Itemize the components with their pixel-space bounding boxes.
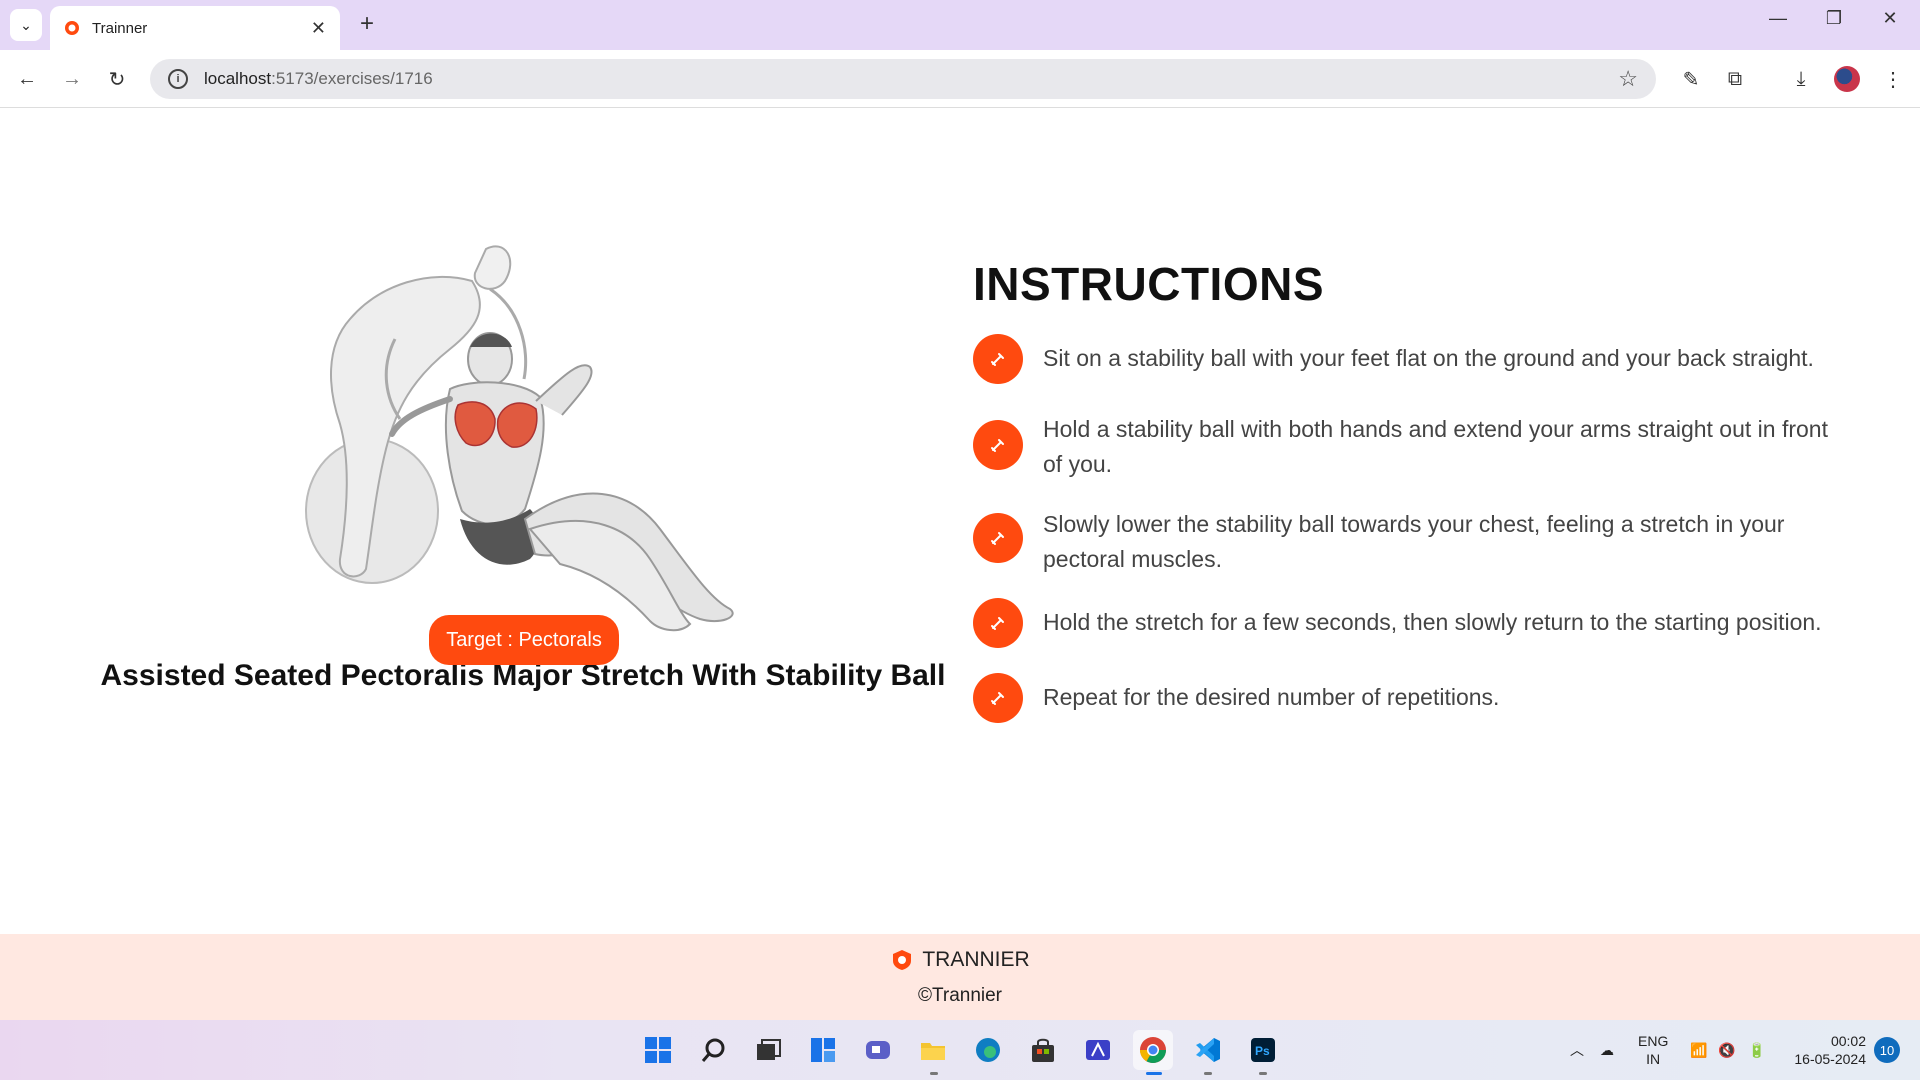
- show-hidden-icons-chevron-icon[interactable]: ︿: [1570, 1020, 1584, 1080]
- instruction-text: Sit on a stability ball with your feet f…: [1043, 345, 1814, 371]
- running-indicator: [930, 1072, 938, 1075]
- close-window-button[interactable]: ✕: [1870, 8, 1910, 29]
- windows-taskbar: Ps: [0, 1020, 1920, 1080]
- tab-search-button[interactable]: ⌄: [10, 9, 42, 41]
- exercise-illustration: [305, 245, 734, 632]
- url-path: :5173/exercises/1716: [271, 69, 433, 88]
- edge-browser-icon[interactable]: [968, 1030, 1008, 1070]
- footer-brand[interactable]: TRANNIER: [0, 948, 1920, 972]
- store-icon[interactable]: [1023, 1030, 1063, 1070]
- wifi-icon[interactable]: 📶: [1690, 1020, 1707, 1080]
- instruction-text: Repeat for the desired number of repetit…: [1043, 684, 1500, 710]
- running-indicator: [1204, 1072, 1212, 1075]
- file-explorer-icon[interactable]: [913, 1030, 953, 1070]
- clock-time: 00:02: [1830, 1033, 1866, 1049]
- browser-tab[interactable]: Trainner ✕: [50, 6, 340, 50]
- footer-brand-name: TRANNIER: [922, 948, 1030, 971]
- new-tab-button[interactable]: +: [352, 10, 382, 38]
- region-code: IN: [1646, 1051, 1661, 1067]
- reload-icon[interactable]: ↻: [102, 64, 132, 94]
- browser-tab-strip: ⌄ Trainner ✕ + — ❐ ✕: [0, 0, 1920, 50]
- target-muscle-button[interactable]: Target : Pectorals: [429, 615, 619, 665]
- notification-badge: 10: [1874, 1037, 1900, 1063]
- onedrive-cloud-icon[interactable]: ☁: [1600, 1020, 1614, 1080]
- running-indicator: [1259, 1072, 1267, 1075]
- teams-chat-icon[interactable]: [858, 1030, 898, 1070]
- clock-date: 16-05-2024: [1794, 1051, 1866, 1067]
- dumbbell-icon: [973, 334, 1023, 384]
- search-icon[interactable]: [694, 1030, 734, 1070]
- instruction-step: Hold a stability ball with both hands an…: [973, 416, 1833, 482]
- instruction-step: Sit on a stability ball with your feet f…: [973, 334, 1833, 384]
- back-arrow-icon[interactable]: ←: [12, 64, 42, 94]
- extensions-puzzle-icon[interactable]: ⧉: [1720, 64, 1750, 94]
- eyedropper-icon[interactable]: ✎: [1676, 64, 1706, 94]
- speaker-muted-icon[interactable]: 🔇: [1718, 1020, 1735, 1080]
- instructions-heading: INSTRUCTIONS: [973, 258, 1324, 310]
- language-indicator[interactable]: ENG IN: [1638, 1020, 1668, 1080]
- task-view-icon[interactable]: [748, 1030, 788, 1070]
- clock[interactable]: 00:02 16-05-2024: [1786, 1020, 1866, 1080]
- instruction-step: Slowly lower the stability ball towards …: [973, 511, 1833, 577]
- start-menu-icon[interactable]: [638, 1030, 678, 1070]
- dumbbell-icon: [973, 598, 1023, 648]
- forward-arrow-icon[interactable]: →: [57, 64, 87, 94]
- footer-copyright: ©Trannier: [917, 985, 1003, 1006]
- vscode-icon[interactable]: [1188, 1030, 1228, 1070]
- battery-icon[interactable]: 🔋: [1748, 1020, 1765, 1080]
- dumbbell-icon: [973, 513, 1023, 563]
- address-bar[interactable]: i localhost :5173/exercises/1716 ☆: [150, 59, 1656, 99]
- instruction-step: Hold the stretch for a few seconds, then…: [973, 598, 1833, 648]
- instruction-text: Hold a stability ball with both hands an…: [1043, 416, 1828, 477]
- bookmark-star-icon[interactable]: ☆: [1618, 66, 1638, 92]
- trainner-favicon-icon: [65, 21, 79, 35]
- restore-button[interactable]: ❐: [1814, 8, 1854, 29]
- svg-text:Ps: Ps: [1255, 1044, 1270, 1058]
- photoshop-icon[interactable]: Ps: [1243, 1030, 1283, 1070]
- language-code: ENG: [1638, 1033, 1669, 1049]
- site-footer: TRANNIER ©Trannier: [0, 934, 1920, 1020]
- site-info-icon[interactable]: i: [168, 69, 188, 89]
- active-indicator: [1146, 1072, 1162, 1075]
- widgets-icon[interactable]: [803, 1030, 843, 1070]
- instruction-text: Hold the stretch for a few seconds, then…: [1043, 609, 1822, 635]
- minimize-button[interactable]: —: [1758, 8, 1798, 29]
- chevron-down-icon: ⌄: [20, 16, 32, 33]
- more-menu-icon[interactable]: ⋮: [1878, 64, 1908, 94]
- chrome-browser-icon[interactable]: [1133, 1030, 1173, 1070]
- powerautomate-icon[interactable]: [1078, 1030, 1118, 1070]
- close-tab-icon[interactable]: ✕: [311, 18, 326, 39]
- tab-title: Trainner: [92, 19, 148, 37]
- instruction-step: Repeat for the desired number of repetit…: [973, 673, 1833, 723]
- browser-toolbar: ← → ↻ i localhost :5173/exercises/1716 ☆: [0, 50, 1920, 108]
- download-icon[interactable]: ⤓: [1786, 64, 1816, 94]
- notification-center[interactable]: 10: [1874, 1020, 1900, 1080]
- url-host: localhost: [204, 69, 272, 88]
- instruction-text: Slowly lower the stability ball towards …: [1043, 511, 1785, 572]
- profile-avatar[interactable]: [1834, 66, 1860, 92]
- dumbbell-icon: [973, 673, 1023, 723]
- dumbbell-icon: [973, 420, 1023, 470]
- trannier-logo-icon: [893, 950, 912, 970]
